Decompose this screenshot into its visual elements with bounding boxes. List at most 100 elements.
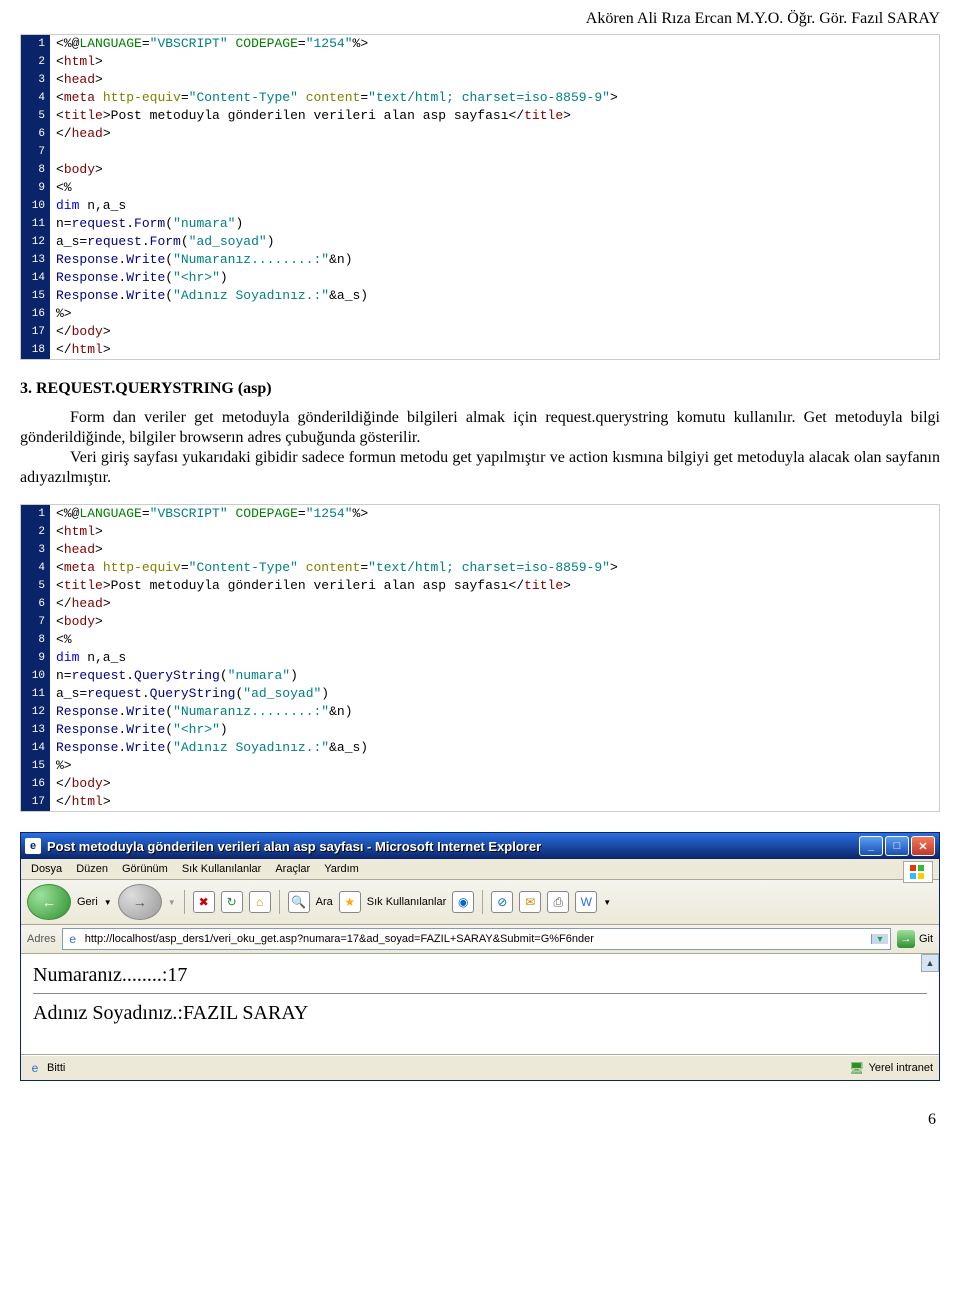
- line-number: 3: [21, 541, 50, 559]
- line-number: 18: [21, 341, 50, 359]
- maximize-button[interactable]: □: [885, 836, 909, 856]
- code-line: </body>: [50, 775, 939, 793]
- code-line: dim n,a_s: [50, 649, 939, 667]
- home-icon[interactable]: ⌂: [249, 891, 271, 913]
- paragraph: Form dan veriler get metoduyla gönderild…: [20, 408, 940, 488]
- line-number: 14: [21, 739, 50, 757]
- code-line: <body>: [50, 161, 939, 179]
- address-label: Adres: [27, 933, 56, 945]
- menu-item[interactable]: Dosya: [31, 863, 62, 875]
- code-line: </html>: [50, 341, 939, 359]
- code-line: <head>: [50, 71, 939, 89]
- go-label: Git: [919, 933, 933, 945]
- favorites-icon[interactable]: ★: [339, 891, 361, 913]
- line-number: 6: [21, 595, 50, 613]
- address-input[interactable]: e http://localhost/asp_ders1/veri_oku_ge…: [62, 928, 891, 950]
- code-line: a_s=request.QueryString("ad_soyad"): [50, 685, 939, 703]
- back-button[interactable]: ←: [27, 884, 71, 920]
- section-title: 3. REQUEST.QUERYSTRING (asp): [20, 380, 940, 398]
- line-number: 13: [21, 251, 50, 269]
- code-line: Response.Write("Adınız Soyadınız.:"&a_s): [50, 739, 939, 757]
- close-button[interactable]: ✕: [911, 836, 935, 856]
- address-bar: Adres e http://localhost/asp_ders1/veri_…: [21, 925, 939, 954]
- line-number: 5: [21, 107, 50, 125]
- window-title: Post metoduyla gönderilen verileri alan …: [47, 839, 859, 854]
- toolbar: ← Geri ▼ → ▼ ✖ ↻ ⌂ 🔍 Ara ★ Sık Kullanıla…: [21, 880, 939, 925]
- print-icon[interactable]: ⎙: [547, 891, 569, 913]
- zone-icon: 🖥: [849, 1060, 865, 1076]
- line-number: 10: [21, 667, 50, 685]
- status-done: Bitti: [47, 1062, 65, 1074]
- stop-icon[interactable]: ✖: [193, 891, 215, 913]
- line-number: 13: [21, 721, 50, 739]
- code-block-2: 1<%@LANGUAGE="VBSCRIPT" CODEPAGE="1254"%…: [20, 504, 940, 812]
- status-zone: Yerel intranet: [869, 1062, 933, 1074]
- line-number: 11: [21, 685, 50, 703]
- go-button[interactable]: → Git: [897, 930, 933, 948]
- page-number: 6: [20, 1111, 936, 1129]
- code-line: <meta http-equiv="Content-Type" content=…: [50, 559, 939, 577]
- history-icon[interactable]: ⊘: [491, 891, 513, 913]
- code-line: %>: [50, 305, 939, 323]
- code-line: </html>: [50, 793, 939, 811]
- page-icon: e: [65, 931, 81, 947]
- menu-item[interactable]: Yardım: [324, 863, 359, 875]
- windows-flag-icon: [903, 861, 933, 883]
- line-number: 8: [21, 631, 50, 649]
- refresh-icon[interactable]: ↻: [221, 891, 243, 913]
- minimize-button[interactable]: _: [859, 836, 883, 856]
- code-line: n=request.QueryString("numara"): [50, 667, 939, 685]
- code-line: a_s=request.Form("ad_soyad"): [50, 233, 939, 251]
- code-line: <%: [50, 179, 939, 197]
- line-number: 16: [21, 305, 50, 323]
- media-icon[interactable]: ◉: [452, 891, 474, 913]
- paragraph-1: Form dan veriler get metoduyla gönderild…: [20, 409, 940, 446]
- line-number: 1: [21, 35, 50, 53]
- code-line: Response.Write("Numaranız........:"&n): [50, 251, 939, 269]
- address-dropdown-icon[interactable]: ▼: [871, 934, 888, 944]
- go-arrow-icon: →: [897, 930, 915, 948]
- code-line: <html>: [50, 523, 939, 541]
- menu-item[interactable]: Görünüm: [122, 863, 168, 875]
- code-line: <%: [50, 631, 939, 649]
- line-number: 9: [21, 179, 50, 197]
- line-number: 3: [21, 71, 50, 89]
- menu-item[interactable]: Sık Kullanılanlar: [182, 863, 262, 875]
- line-number: 10: [21, 197, 50, 215]
- line-number: 7: [21, 613, 50, 631]
- code-line: Response.Write("<hr>"): [50, 721, 939, 739]
- code-line: [50, 143, 939, 161]
- code-block-1: 1<%@LANGUAGE="VBSCRIPT" CODEPAGE="1254"%…: [20, 34, 940, 360]
- line-number: 9: [21, 649, 50, 667]
- line-number: 4: [21, 559, 50, 577]
- hr-divider: [33, 993, 927, 994]
- forward-button[interactable]: →: [118, 884, 162, 920]
- line-number: 1: [21, 505, 50, 523]
- code-line: </head>: [50, 595, 939, 613]
- code-line: </body>: [50, 323, 939, 341]
- status-bar: e Bitti 🖥 Yerel intranet: [21, 1055, 939, 1080]
- line-number: 17: [21, 323, 50, 341]
- line-number: 15: [21, 287, 50, 305]
- mail-icon[interactable]: ✉: [519, 891, 541, 913]
- back-label: Geri: [77, 896, 98, 908]
- favorites-label: Sık Kullanılanlar: [367, 896, 447, 908]
- code-line: <body>: [50, 613, 939, 631]
- code-line: </head>: [50, 125, 939, 143]
- output-line-1: Numaranız........:17: [33, 964, 927, 987]
- scroll-up-icon[interactable]: ▲: [921, 954, 939, 972]
- line-number: 6: [21, 125, 50, 143]
- menubar: Dosya Düzen Görünüm Sık Kullanılanlar Araçla…: [21, 859, 939, 880]
- code-line: Response.Write("Numaranız........:"&n): [50, 703, 939, 721]
- code-line: Response.Write("<hr>"): [50, 269, 939, 287]
- search-label: Ara: [316, 896, 333, 908]
- menu-item[interactable]: Düzen: [76, 863, 108, 875]
- edit-icon[interactable]: W: [575, 891, 597, 913]
- code-line: <html>: [50, 53, 939, 71]
- search-icon[interactable]: 🔍: [288, 891, 310, 913]
- code-line: %>: [50, 757, 939, 775]
- line-number: 7: [21, 143, 50, 161]
- code-line: n=request.Form("numara"): [50, 215, 939, 233]
- menu-item[interactable]: Araçlar: [275, 863, 310, 875]
- ie-icon: e: [25, 838, 41, 854]
